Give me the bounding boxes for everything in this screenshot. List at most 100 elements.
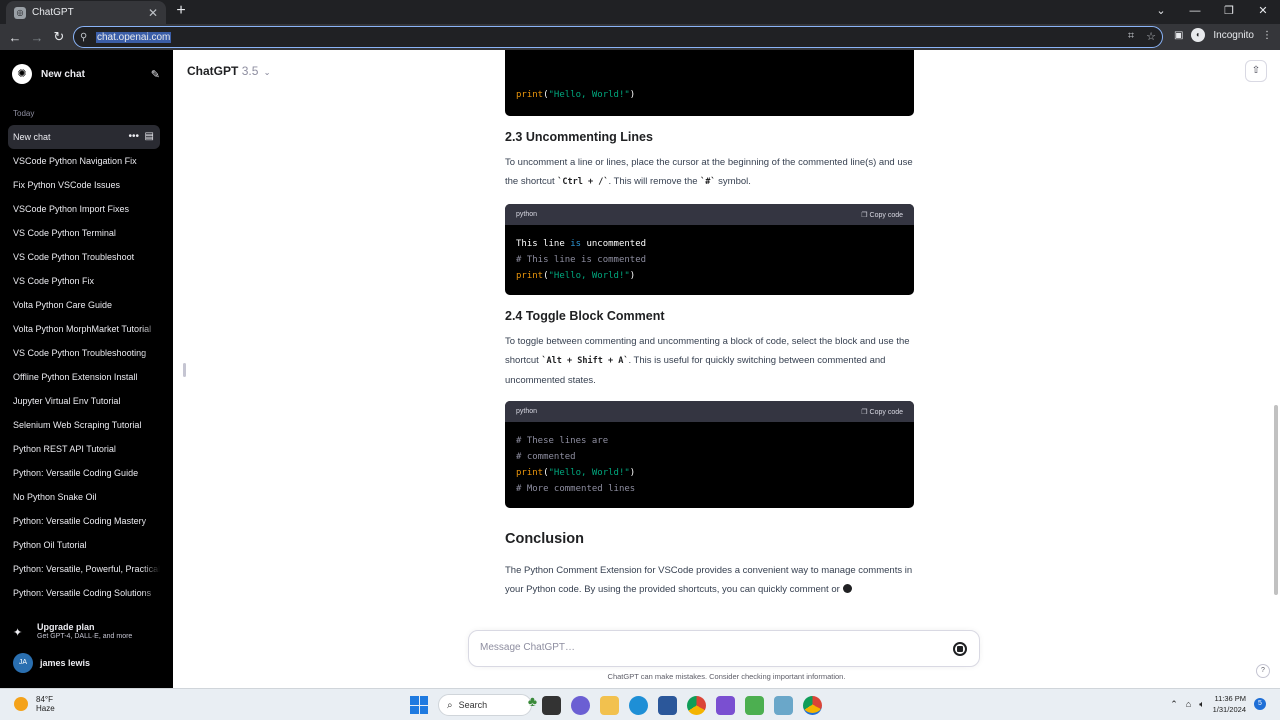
share-button[interactable]: ⇧ xyxy=(1245,60,1267,82)
upgrade-plan-button[interactable]: ✦ Upgrade plan Get GPT-4, DALL·E, and mo… xyxy=(13,622,132,640)
copy-code-button[interactable]: ❐ Copy code xyxy=(861,408,903,416)
sidebar: ✺ New chat ✎ Today New chat ••• ▤ VSCode… xyxy=(0,50,173,688)
stop-generating-button[interactable] xyxy=(953,642,967,656)
close-tab-icon[interactable]: ✕ xyxy=(148,6,158,20)
editor-app-icon[interactable] xyxy=(745,695,764,715)
help-button[interactable]: ? xyxy=(1256,664,1270,678)
chat-item[interactable]: Python: Versatile, Powerful, Practical xyxy=(8,557,160,581)
minimize-icon[interactable]: — xyxy=(1178,0,1212,24)
forward-icon[interactable]: → xyxy=(26,30,48,45)
chat-item[interactable]: Python: Versatile Coding Mastery xyxy=(8,509,160,533)
chat-item[interactable]: VSCode Python Navigation Fix xyxy=(8,149,160,173)
disclaimer: ChatGPT can make mistakes. Consider chec… xyxy=(607,672,846,681)
url-text[interactable]: chat.openai.com xyxy=(96,31,172,43)
copy-code-button[interactable]: ❐ Copy code xyxy=(861,211,903,219)
image-app-icon[interactable] xyxy=(774,695,793,715)
code-header: python ❐ Copy code xyxy=(505,204,914,225)
new-chat-edit-icon[interactable]: ✎ xyxy=(151,68,160,81)
chat-item[interactable]: VSCode Python Import Fixes xyxy=(8,197,160,221)
window-controls: ⌄ — ❐ ✕ xyxy=(1144,0,1280,24)
chat-item-label: Volta Python Care Guide xyxy=(13,300,113,310)
screenshot-icon[interactable]: ⌗ xyxy=(1128,30,1134,43)
chat-item-label: Python: Versatile Coding Solutions xyxy=(13,588,152,598)
chat-item[interactable]: VS Code Python Terminal xyxy=(8,221,160,245)
site-info-icon[interactable]: ⚲ xyxy=(80,32,94,43)
chat-item[interactable]: Python REST API Tutorial xyxy=(8,437,160,461)
volume-icon[interactable]: 🔈︎ xyxy=(1199,699,1204,710)
weather-widget[interactable]: 84°F Haze xyxy=(14,695,55,713)
message-input[interactable] xyxy=(480,642,930,653)
chat-item[interactable]: Fix Python VSCode Issues xyxy=(8,173,160,197)
back-icon[interactable]: ← xyxy=(4,30,26,45)
weather-sun-icon xyxy=(14,697,28,711)
upgrade-title: Upgrade plan xyxy=(37,622,95,632)
code-block: python ❐ Copy code This line is uncommen… xyxy=(505,204,914,295)
chat-item[interactable]: VS Code Python Fix xyxy=(8,269,160,293)
taskbar-search[interactable]: ⌕ Search ♣ xyxy=(438,693,537,716)
chat-item[interactable]: Volta Python Care Guide xyxy=(8,293,160,317)
task-view-icon[interactable] xyxy=(542,695,561,715)
model-selector[interactable]: ChatGPT 3.5 ⌄ xyxy=(187,64,270,78)
message-composer[interactable] xyxy=(468,630,980,667)
temperature: 84°F xyxy=(36,695,53,704)
share-icon: ⇧ xyxy=(1251,65,1261,76)
reload-icon[interactable]: ↻ xyxy=(48,29,70,45)
chat-item-label: Fix Python VSCode Issues xyxy=(13,180,121,190)
user-menu-button[interactable]: JA james lewis xyxy=(13,653,90,673)
store-icon[interactable] xyxy=(658,695,677,715)
new-chat-button[interactable]: ✺ New chat ✎ xyxy=(8,62,160,86)
search-highlight-icon: ♣ xyxy=(527,693,537,709)
close-window-icon[interactable]: ✕ xyxy=(1246,0,1280,24)
chat-item-active[interactable]: New chat ••• ▤ xyxy=(8,125,160,149)
chat-item[interactable]: Offline Python Extension Install xyxy=(8,365,160,389)
chevron-up-icon[interactable]: ⌃ xyxy=(1170,699,1178,710)
vpn-app-icon[interactable] xyxy=(716,695,735,715)
chrome-icon[interactable] xyxy=(687,695,706,715)
more-options-icon[interactable]: ••• xyxy=(128,131,139,142)
edge-browser-icon[interactable] xyxy=(629,695,648,715)
tab-search-icon[interactable]: ⌄ xyxy=(1144,0,1178,24)
browser-tab[interactable]: ◎ ChatGPT ✕ xyxy=(6,1,166,24)
sidebar-toggle-handle[interactable] xyxy=(183,363,186,377)
chat-item[interactable]: Python: Versatile Coding Guide xyxy=(8,461,160,485)
menu-icon[interactable]: ⋮ xyxy=(1262,30,1272,41)
system-tray: ⌃ ⌂ 🔈︎ 11:36 PM 1/31/2024 5 xyxy=(1170,693,1266,715)
chat-item-label: VS Code Python Fix xyxy=(13,276,95,286)
date: 1/31/2024 xyxy=(1212,705,1246,714)
chat-item[interactable]: VS Code Python Troubleshooting xyxy=(8,341,160,365)
chat-item[interactable]: No Python Snake Oil xyxy=(8,485,160,509)
start-windows-icon[interactable] xyxy=(410,696,428,714)
taskbar-apps: ⌕ Search ♣ xyxy=(410,693,822,716)
chat-item-label: Python REST API Tutorial xyxy=(13,444,116,454)
chat-item-label: Selenium Web Scraping Tutorial xyxy=(13,420,142,430)
chat-app-icon[interactable] xyxy=(571,695,590,715)
bookmark-star-icon[interactable]: ☆ xyxy=(1146,30,1156,43)
clipboard-icon: ❐ xyxy=(861,211,868,219)
scrollbar[interactable] xyxy=(1274,405,1278,595)
file-explorer-icon[interactable] xyxy=(600,695,619,715)
address-bar[interactable]: ⚲ chat.openai.com ⌗ ☆ xyxy=(73,26,1163,48)
chat-item-label: VS Code Python Terminal xyxy=(13,228,116,238)
model-name: ChatGPT xyxy=(187,64,239,78)
archive-icon[interactable]: ▤ xyxy=(145,131,154,142)
incognito-label[interactable]: Incognito xyxy=(1213,30,1254,41)
chat-item-label: Offline Python Extension Install xyxy=(13,372,138,382)
section-heading: 2.3 Uncommenting Lines xyxy=(505,130,653,144)
chat-item[interactable]: Python Oil Tutorial xyxy=(8,533,160,557)
restore-icon[interactable]: ❐ xyxy=(1212,0,1246,24)
chat-item[interactable]: VS Code Python Troubleshoot xyxy=(8,245,160,269)
network-icon[interactable]: ⌂ xyxy=(1186,699,1191,709)
side-panel-icon[interactable]: ▣ xyxy=(1174,30,1183,41)
chat-item-label: Python: Versatile Coding Mastery xyxy=(13,516,147,526)
user-name: james lewis xyxy=(40,658,91,668)
chat-item[interactable]: Python: Versatile Coding Solutions xyxy=(8,581,160,605)
new-tab-icon[interactable]: + xyxy=(172,2,190,20)
chat-item[interactable]: Jupyter Virtual Env Tutorial xyxy=(8,389,160,413)
chat-item[interactable]: Volta Python MorphMarket Tutorial xyxy=(8,317,160,341)
clock[interactable]: 11:36 PM 1/31/2024 xyxy=(1213,693,1246,715)
chatgpt-logo-icon: ✺ xyxy=(12,64,32,84)
chat-item[interactable]: Selenium Web Scraping Tutorial xyxy=(8,413,160,437)
notification-badge[interactable]: 5 xyxy=(1254,698,1266,710)
model-version: 3.5 xyxy=(241,64,259,78)
chrome-incognito-icon[interactable] xyxy=(803,695,822,715)
